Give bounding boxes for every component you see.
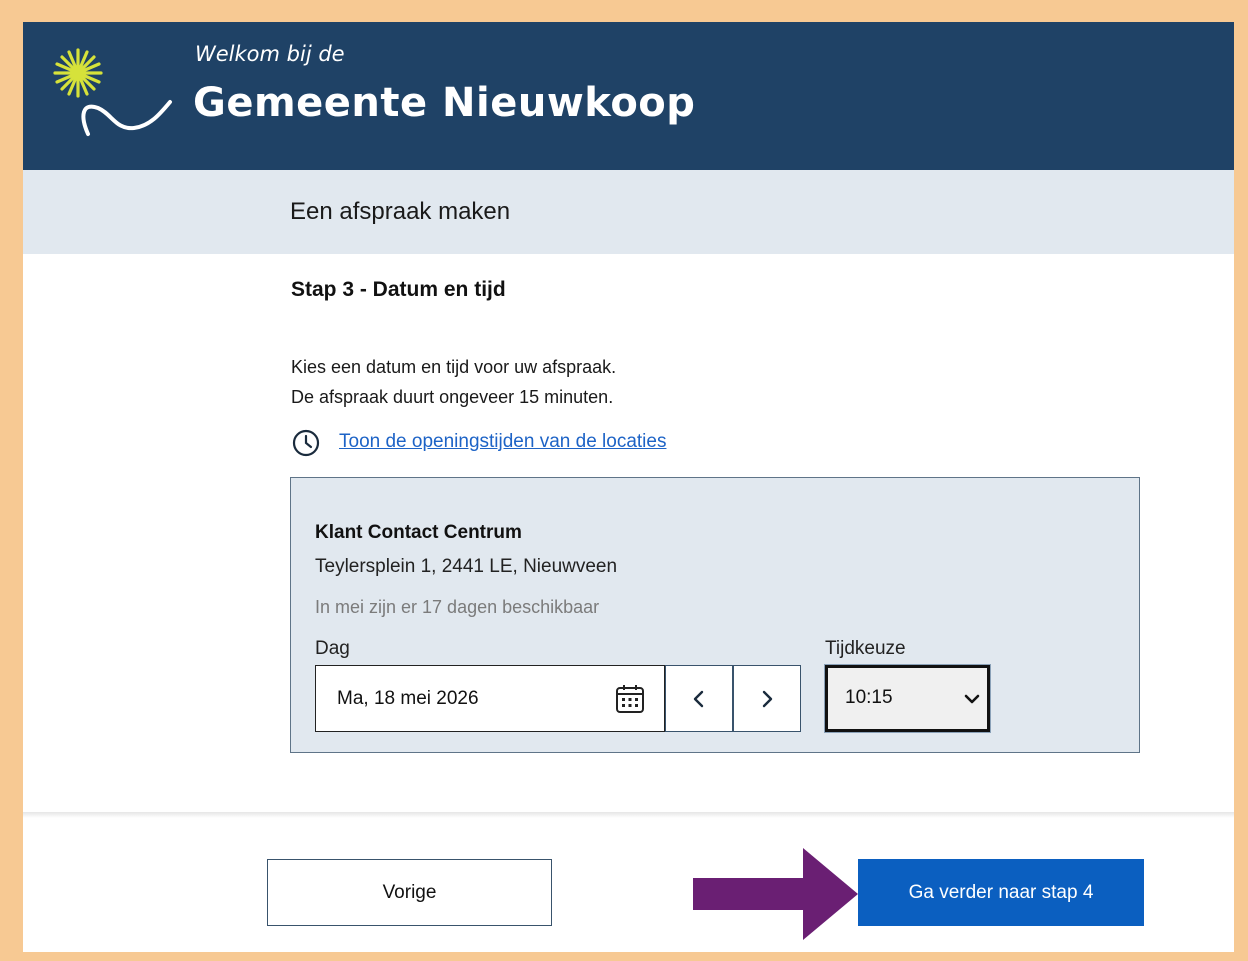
site-header: Welkom bij de Gemeente Nieuwkoop bbox=[23, 22, 1234, 170]
chevron-right-icon bbox=[762, 690, 773, 708]
step-title: Stap 3 - Datum en tijd bbox=[291, 278, 506, 301]
calendar-icon[interactable] bbox=[614, 683, 646, 715]
clock-icon bbox=[292, 429, 320, 457]
intro-line-2: De afspraak duurt ongeveer 15 minuten. bbox=[291, 387, 614, 407]
screenshot-frame: Welkom bij de Gemeente Nieuwkoop Een afs… bbox=[0, 0, 1248, 961]
intro-line-1: Kies een datum en tijd voor uw afspraak. bbox=[291, 357, 617, 377]
location-name: Klant Contact Centrum bbox=[315, 522, 522, 543]
next-day-button[interactable] bbox=[733, 665, 801, 732]
intro-text: Kies een datum en tijd voor uw afspraak.… bbox=[291, 352, 616, 412]
previous-button[interactable]: Vorige bbox=[267, 859, 552, 926]
page: Welkom bij de Gemeente Nieuwkoop Een afs… bbox=[23, 22, 1234, 952]
sun-flower-logo-icon[interactable] bbox=[50, 44, 180, 140]
annotation-arrow-icon bbox=[693, 848, 858, 940]
previous-day-button[interactable] bbox=[665, 665, 733, 732]
availability-text: In mei zijn er 17 dagen beschikbaar bbox=[315, 597, 600, 617]
date-input[interactable]: Ma, 18 mei 2026 bbox=[315, 665, 665, 732]
location-address: Teylersplein 1, 2441 LE, Nieuwveen bbox=[315, 556, 618, 577]
page-title: Een afspraak maken bbox=[290, 198, 511, 225]
opening-hours-link[interactable]: Toon de openingstijden van de locaties bbox=[339, 431, 666, 453]
location-panel: Klant Contact Centrum Teylersplein 1, 24… bbox=[290, 477, 1140, 753]
date-value: Ma, 18 mei 2026 bbox=[337, 688, 479, 709]
chevron-down-icon bbox=[964, 694, 980, 704]
time-label: Tijdkeuze bbox=[825, 638, 906, 659]
time-value: 10:15 bbox=[845, 687, 893, 708]
day-label: Dag bbox=[315, 638, 350, 659]
footer-divider bbox=[23, 812, 1234, 818]
welcome-text: Welkom bij de bbox=[195, 42, 345, 66]
chevron-left-icon bbox=[693, 690, 704, 708]
site-title: Gemeente Nieuwkoop bbox=[193, 80, 696, 126]
page-title-band bbox=[23, 170, 1234, 254]
continue-step-4-button[interactable]: Ga verder naar stap 4 bbox=[858, 859, 1144, 926]
time-select[interactable]: 10:15 bbox=[824, 664, 991, 733]
